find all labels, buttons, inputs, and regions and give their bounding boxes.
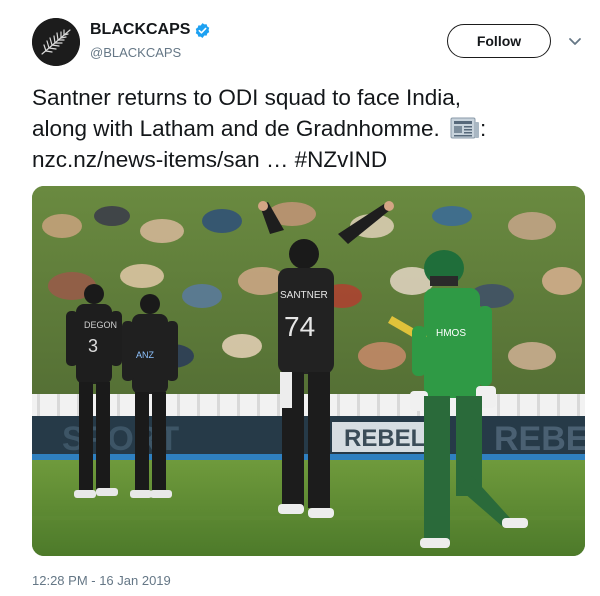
account-display-name[interactable]: BLACKCAPS bbox=[90, 21, 190, 39]
tweet-line-2: along with Latham and de Gradnhomme. : bbox=[32, 113, 582, 144]
hashtag-link[interactable]: #NZvIND bbox=[295, 147, 388, 172]
batsman-sponsor: HMOS bbox=[436, 328, 466, 339]
silver-fern-logo-icon bbox=[32, 18, 80, 66]
tweet-ellipsis: … bbox=[259, 147, 295, 172]
chevron-down-icon[interactable] bbox=[568, 34, 582, 48]
board-rebel-right-text: REBE bbox=[494, 420, 585, 458]
tweet-line-3: nzc.nz/news-items/san … #NZvIND bbox=[32, 144, 582, 175]
tweet-timestamp[interactable]: 12:28 PM - 16 Jan 2019 bbox=[32, 573, 171, 588]
follow-button[interactable]: Follow bbox=[447, 24, 551, 58]
newspaper-icon bbox=[450, 117, 480, 139]
article-link[interactable]: nzc.nz/news-items/san bbox=[32, 147, 260, 172]
account-avatar[interactable] bbox=[32, 18, 80, 66]
tweet-line-2-text: along with Latham and de Gradnhomme. bbox=[32, 116, 440, 141]
board-rebel-text: REBEL bbox=[344, 425, 425, 452]
cricket-match-photo: SPORT REBEL REBE DEGON 3 ANZ SANTNER 74 … bbox=[32, 186, 585, 556]
player-left-number: 3 bbox=[88, 336, 98, 356]
player-mid-logo: ANZ bbox=[136, 350, 155, 360]
jersey-number: 74 bbox=[284, 311, 315, 342]
verified-badge-icon bbox=[196, 22, 210, 38]
tweet-line-1: Santner returns to ODI squad to face Ind… bbox=[32, 85, 461, 110]
account-handle[interactable]: @BLACKCAPS bbox=[90, 45, 181, 60]
tweet-photo[interactable]: SPORT REBEL REBE DEGON 3 ANZ SANTNER 74 … bbox=[32, 186, 585, 556]
player-left-name: DEGON bbox=[84, 320, 117, 330]
account-name-row[interactable]: BLACKCAPS bbox=[90, 21, 211, 39]
tweet-line-2-suffix: : bbox=[480, 116, 487, 141]
tweet-text: Santner returns to ODI squad to face Ind… bbox=[32, 82, 582, 175]
jersey-name: SANTNER bbox=[280, 290, 328, 301]
